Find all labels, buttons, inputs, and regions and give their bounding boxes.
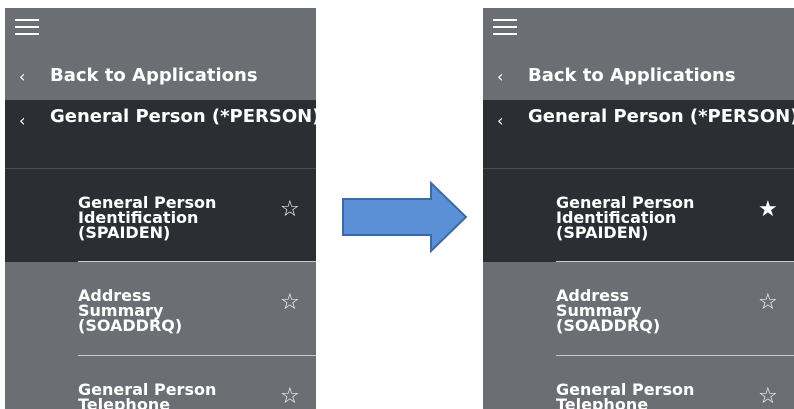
chevron-left-icon: ‹ [19, 67, 26, 86]
after-panel: ‹ Back to Applications ‹ General Person … [483, 8, 794, 409]
section-title: General Person (*PERSON) [50, 106, 316, 127]
hamburger-icon[interactable] [493, 17, 517, 37]
section-header[interactable]: ‹ General Person (*PERSON) [483, 100, 794, 169]
menu-item-label: General Person Telephone [78, 380, 217, 409]
menu-item-label: Address Summary (SOADDRQ) [556, 286, 661, 335]
menu-item-soaddrq[interactable]: Address Summary (SOADDRQ) ☆ [483, 262, 794, 356]
chevron-left-icon: ‹ [497, 111, 504, 130]
menu-item-label: Address Summary (SOADDRQ) [78, 286, 183, 335]
menu-item-label: General Person Identification (SPAIDEN) [556, 193, 695, 242]
back-to-applications-link[interactable]: ‹ Back to Applications [5, 52, 316, 100]
star-filled-icon[interactable]: ★ [758, 199, 778, 221]
menu-item-label: General Person Identification (SPAIDEN) [78, 193, 217, 242]
star-outline-icon[interactable]: ☆ [758, 292, 778, 314]
star-outline-icon[interactable]: ☆ [280, 292, 300, 314]
chevron-left-icon: ‹ [19, 111, 26, 130]
section-header[interactable]: ‹ General Person (*PERSON) [5, 100, 316, 169]
menu-item-telephone[interactable]: General Person Telephone ☆ [5, 356, 316, 409]
back-to-applications-link[interactable]: ‹ Back to Applications [483, 52, 794, 100]
top-bar [5, 8, 316, 52]
star-outline-icon[interactable]: ☆ [280, 199, 300, 221]
section-title: General Person (*PERSON) [528, 106, 794, 127]
right-arrow-icon [342, 181, 468, 253]
menu-item-soaddrq[interactable]: Address Summary (SOADDRQ) ☆ [5, 262, 316, 356]
before-panel: ‹ Back to Applications ‹ General Person … [5, 8, 316, 409]
star-outline-icon[interactable]: ☆ [280, 386, 300, 408]
menu-item-spaiden[interactable]: General Person Identification (SPAIDEN) … [483, 169, 794, 262]
menu-item-label: General Person Telephone [556, 380, 695, 409]
menu-item-spaiden[interactable]: General Person Identification (SPAIDEN) … [5, 169, 316, 262]
back-label: Back to Applications [50, 65, 258, 86]
top-bar [483, 8, 794, 52]
hamburger-icon[interactable] [15, 17, 39, 37]
menu-item-telephone[interactable]: General Person Telephone ☆ [483, 356, 794, 409]
star-outline-icon[interactable]: ☆ [758, 386, 778, 408]
chevron-left-icon: ‹ [497, 67, 504, 86]
back-label: Back to Applications [528, 65, 736, 86]
